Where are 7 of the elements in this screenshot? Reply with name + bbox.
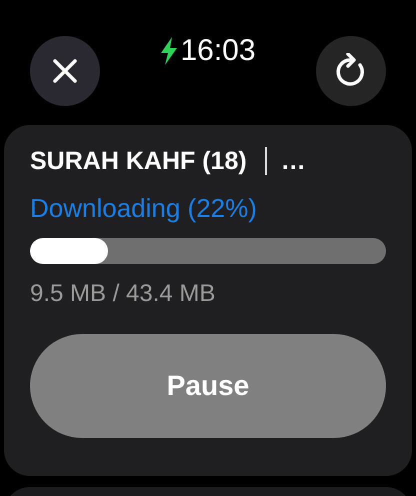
surah-title: SURAH KAHF (18) [30, 146, 247, 176]
pause-button[interactable]: Pause [30, 334, 386, 438]
download-status: Downloading (22%) [30, 193, 258, 224]
clock-time: 16:03 [180, 34, 256, 68]
more-button[interactable]: … [280, 148, 306, 174]
download-size: 9.5 MB / 43.4 MB [30, 280, 216, 308]
close-icon [52, 58, 78, 84]
